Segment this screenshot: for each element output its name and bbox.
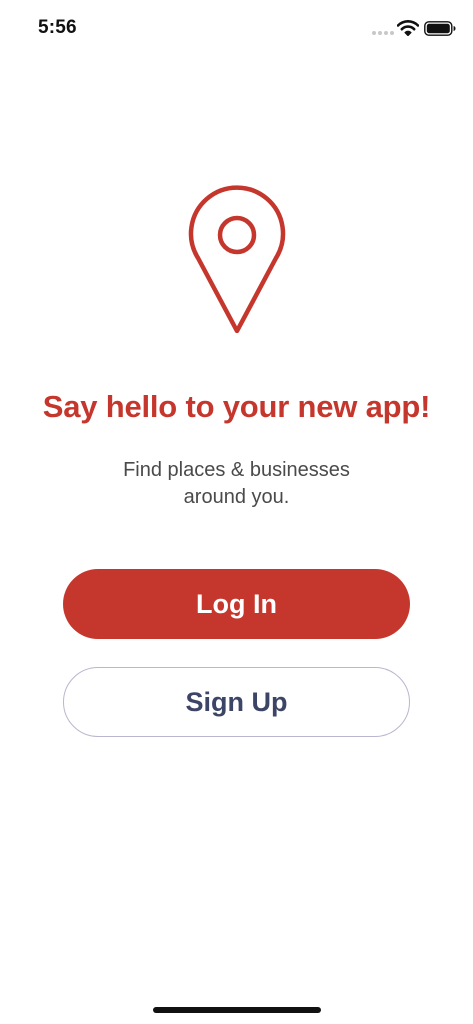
status-time: 5:56	[38, 17, 77, 38]
status-bar: 5:56	[0, 0, 473, 60]
subtitle-line-1: Find places & businesses	[123, 459, 350, 481]
battery-icon	[424, 21, 456, 36]
location-pin-icon	[188, 185, 286, 333]
signup-button-label: Sign Up	[185, 686, 288, 717]
signal-dots-icon	[372, 31, 394, 36]
login-button-label: Log In	[196, 588, 277, 619]
home-indicator[interactable]	[153, 1007, 321, 1013]
subtitle: Find places & businesses around you.	[86, 457, 387, 511]
wifi-icon	[397, 20, 419, 36]
subtitle-line-2: around you.	[183, 486, 290, 508]
headline: Say hello to your new app!	[42, 389, 431, 424]
login-button[interactable]: Log In	[63, 569, 410, 639]
signup-button[interactable]: Sign Up	[63, 667, 410, 737]
